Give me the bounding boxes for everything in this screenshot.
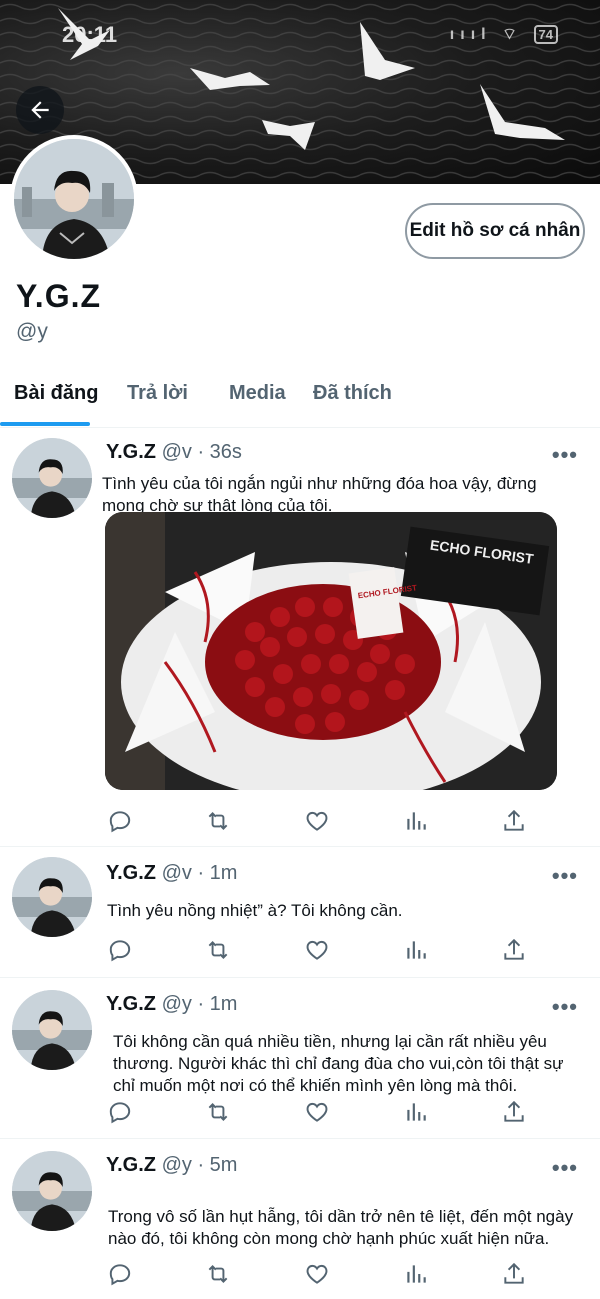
reply-icon	[109, 1264, 131, 1286]
like-button[interactable]	[303, 807, 331, 835]
retweet-button[interactable]	[204, 1260, 232, 1288]
reply-icon	[109, 811, 131, 833]
tweet[interactable]: Y.G.Z @v · 36s ••• Tình yêu của tôi ngắn…	[0, 427, 600, 845]
share-icon	[504, 1100, 524, 1122]
share-icon	[504, 809, 524, 831]
tweet-header: Y.G.Z @y · 5m	[106, 1154, 237, 1177]
tweet-media-image[interactable]: ECHO FLORIST ECHO FLORIST	[105, 512, 557, 790]
tweet-text: Tình yêu nồng nhiệt” à? Tôi không cần.	[107, 901, 403, 920]
tweet[interactable]: Y.G.Z @y · 5m ••• Trong vô số lần hụt hẫ…	[0, 1138, 600, 1299]
tweet-author-name[interactable]: Y.G.Z	[106, 862, 156, 884]
profile-handle: @y	[16, 320, 48, 343]
share-button[interactable]	[500, 1260, 528, 1288]
status-icons: ıııl ⌔ 74	[450, 24, 558, 44]
profile-tabs: Bài đăng Trả lời Media Đã thích	[0, 372, 600, 426]
avatar-photo	[12, 857, 92, 937]
more-icon[interactable]: •••	[552, 442, 578, 468]
tab-media[interactable]: Media	[229, 382, 286, 405]
tab-likes[interactable]: Đã thích	[313, 382, 392, 405]
tweet-author-name[interactable]: Y.G.Z	[106, 993, 156, 1015]
retweet-icon	[208, 1103, 228, 1121]
views-icon	[407, 1265, 426, 1283]
tweet-meta: @v · 1m	[161, 862, 238, 884]
like-icon	[306, 811, 328, 831]
more-icon[interactable]: •••	[552, 994, 578, 1020]
battery-icon: 74	[533, 25, 558, 44]
views-button[interactable]	[402, 1260, 430, 1288]
more-icon[interactable]: •••	[552, 1155, 578, 1181]
avatar-photo	[12, 990, 92, 1070]
signal-icon: ıııl	[449, 26, 492, 43]
tweet-text: Tình yêu của tôi ngắn ngủi như những đóa…	[102, 474, 537, 515]
tweet[interactable]: Y.G.Z @y · 1m ••• Tôi không cần quá nhiề…	[0, 977, 600, 1137]
tweet-meta: @y · 5m	[161, 1154, 238, 1176]
avatar-photo	[12, 1151, 92, 1231]
like-icon	[306, 1102, 328, 1122]
like-button[interactable]	[303, 1260, 331, 1288]
tweet-avatar[interactable]	[12, 857, 92, 937]
avatar-photo	[12, 438, 92, 518]
views-button[interactable]	[402, 1098, 430, 1126]
views-icon	[407, 812, 426, 830]
share-icon	[504, 1262, 524, 1284]
like-button[interactable]	[303, 936, 331, 964]
tweet-avatar[interactable]	[12, 990, 92, 1070]
views-button[interactable]	[402, 807, 430, 835]
arrow-left-icon	[31, 101, 49, 119]
back-button[interactable]	[16, 86, 64, 134]
avatar-photo	[14, 139, 134, 259]
tweet-header: Y.G.Z @v · 36s	[106, 441, 242, 464]
retweet-icon	[208, 812, 228, 830]
tweet-header: Y.G.Z @y · 1m	[106, 993, 237, 1016]
share-button[interactable]	[500, 936, 528, 964]
like-icon	[306, 1264, 328, 1284]
tweet-meta: @y · 1m	[161, 993, 238, 1015]
share-icon	[504, 938, 524, 960]
profile-avatar[interactable]	[10, 135, 138, 263]
edit-profile-button[interactable]: Edit hồ sơ cá nhân	[405, 203, 585, 259]
retweet-button[interactable]	[204, 1098, 232, 1126]
retweet-icon	[208, 941, 228, 959]
retweet-button[interactable]	[204, 807, 232, 835]
wifi-icon: ⌔	[502, 26, 524, 43]
tweet-actions	[106, 1098, 536, 1128]
active-tab-indicator	[0, 422, 90, 426]
status-time: 20:11	[62, 22, 118, 47]
reply-button[interactable]	[106, 936, 134, 964]
more-icon[interactable]: •••	[552, 863, 578, 889]
share-button[interactable]	[500, 807, 528, 835]
retweet-icon	[208, 1265, 228, 1283]
retweet-button[interactable]	[204, 936, 232, 964]
rose-bouquet-photo: ECHO FLORIST ECHO FLORIST	[105, 512, 557, 790]
like-icon	[306, 940, 328, 960]
tab-posts[interactable]: Bài đăng	[14, 382, 98, 405]
views-icon	[407, 1103, 426, 1121]
tab-replies[interactable]: Trả lời	[127, 382, 188, 405]
tweet-text: Trong vô số lần hụt hẫng, tôi dần trở nê…	[108, 1207, 574, 1248]
tweet-author-name[interactable]: Y.G.Z	[106, 1154, 156, 1176]
profile-display-name: Y.G.Z	[16, 278, 102, 314]
tweet[interactable]: Y.G.Z @v · 1m ••• Tình yêu nồng nhiệt” à…	[0, 846, 600, 976]
views-icon	[407, 941, 426, 959]
tweet-header: Y.G.Z @v · 1m	[106, 862, 237, 885]
reply-icon	[109, 940, 131, 962]
tweet-avatar[interactable]	[12, 1151, 92, 1231]
reply-button[interactable]	[106, 1098, 134, 1126]
like-button[interactable]	[303, 1098, 331, 1126]
tweet-actions	[106, 807, 536, 837]
tweet-author-name[interactable]: Y.G.Z	[106, 441, 156, 463]
reply-icon	[109, 1102, 131, 1124]
tweet-avatar[interactable]	[12, 438, 92, 518]
tweet-actions	[106, 936, 536, 966]
tweet-text: Tôi không cần quá nhiều tiền, nhưng lại …	[113, 1032, 564, 1095]
reply-button[interactable]	[106, 1260, 134, 1288]
views-button[interactable]	[402, 936, 430, 964]
reply-button[interactable]	[106, 807, 134, 835]
share-button[interactable]	[500, 1098, 528, 1126]
tweet-meta: @v · 36s	[161, 441, 242, 463]
tweet-actions	[106, 1260, 536, 1290]
